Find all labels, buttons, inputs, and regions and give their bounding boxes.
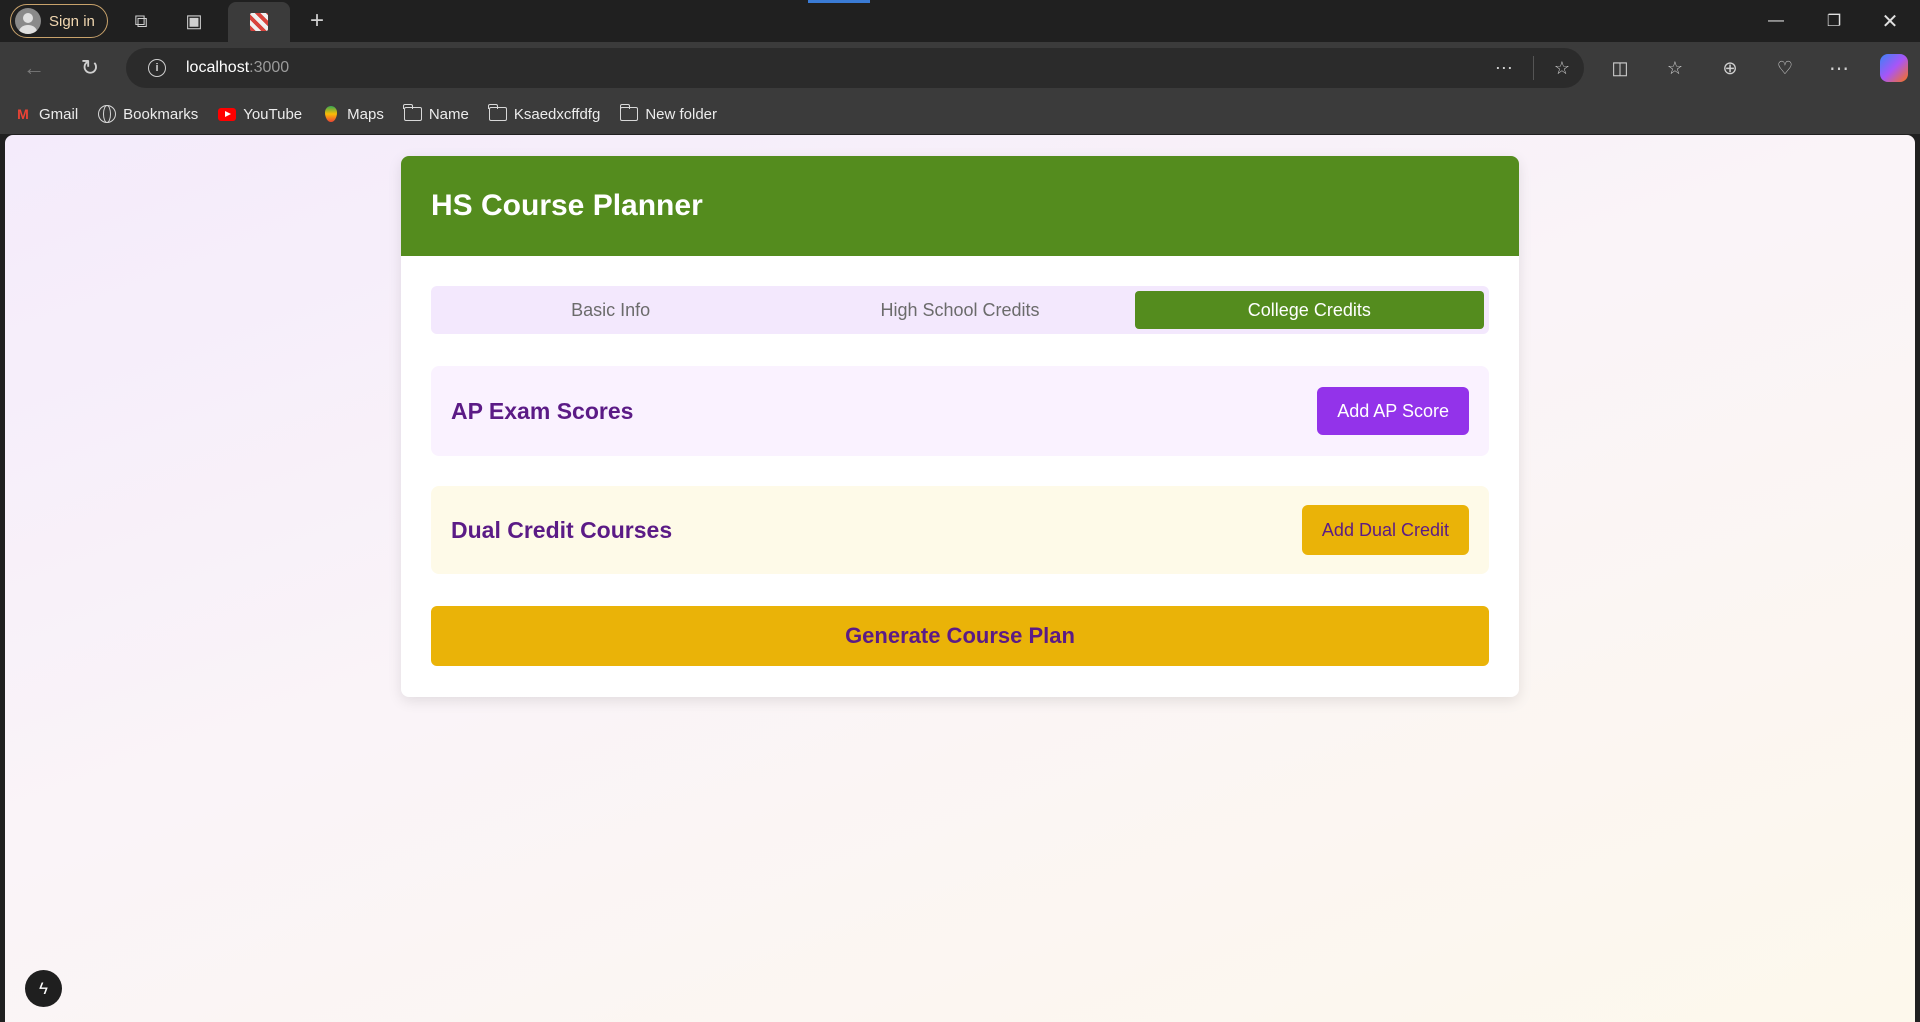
reload-icon[interactable]: ↻ [78, 55, 102, 80]
restore-icon[interactable]: ❐ [1806, 0, 1862, 42]
bookmark-folder-ksaedxcffdfg[interactable]: Ksaedxcffdfg [488, 104, 601, 123]
bookmark-label: Maps [347, 105, 384, 123]
back-icon[interactable]: ← [22, 55, 46, 80]
favorites-icon[interactable]: ☆ [1662, 56, 1688, 80]
read-aloud-icon[interactable]: ⋯ [1495, 58, 1513, 79]
generate-course-plan-button[interactable]: Generate Course Plan [431, 606, 1489, 666]
youtube-icon [218, 106, 237, 122]
dual-credit-section: Dual Credit Courses Add Dual Credit [431, 486, 1489, 574]
new-tab-icon[interactable]: + [306, 7, 328, 34]
browser-titlebar: Sign in ⧉ ▣ + — ❐ ✕ [0, 0, 1920, 42]
ap-exam-section: AP Exam Scores Add AP Score [431, 366, 1489, 456]
folder-icon [488, 104, 507, 122]
bookmark-youtube[interactable]: YouTube [218, 106, 302, 123]
browser-navbar: ← ↻ i localhost:3000 ⋯ ☆ ◫ ☆ ⊕ ♡ ⋯ [0, 42, 1920, 94]
profile-avatar-icon [15, 8, 41, 34]
divider [1532, 56, 1534, 80]
tab-high-school-credits[interactable]: High School Credits [785, 291, 1134, 329]
tab-actions-icon[interactable]: ▣ [182, 10, 206, 32]
address-url: localhost:3000 [186, 59, 290, 76]
favorite-star-icon[interactable]: ☆ [1554, 58, 1570, 79]
tab-college-credits[interactable]: College Credits [1134, 291, 1484, 329]
planner-header: HS Course Planner [401, 156, 1519, 256]
bookmark-label: Name [428, 105, 469, 123]
site-info-icon[interactable]: i [148, 59, 166, 77]
planner-card: HS Course Planner Basic Info High School… [401, 156, 1519, 697]
bookmark-label: Bookmarks [123, 105, 199, 123]
dual-credit-title: Dual Credit Courses [451, 516, 673, 543]
page-title: HS Course Planner [431, 189, 703, 222]
ap-exam-title: AP Exam Scores [451, 397, 634, 424]
bookmark-maps[interactable]: Maps [322, 106, 384, 123]
bookmark-label: Ksaedxcffdfg [513, 105, 601, 123]
bookmark-label: New folder [645, 105, 718, 123]
planner-tabs: Basic Info High School Credits College C… [431, 286, 1489, 334]
bookmark-gmail[interactable]: M Gmail [14, 106, 78, 123]
bookmark-label: YouTube [243, 105, 303, 123]
maps-icon [322, 106, 340, 122]
add-ap-score-button[interactable]: Add AP Score [1317, 387, 1469, 435]
add-dual-credit-button[interactable]: Add Dual Credit [1301, 505, 1469, 555]
site-favicon-icon [250, 13, 268, 31]
browser-essentials-icon[interactable]: ♡ [1772, 56, 1798, 80]
minimize-icon[interactable]: — [1748, 0, 1804, 42]
close-icon[interactable]: ✕ [1862, 0, 1918, 42]
collections-icon[interactable]: ⊕ [1718, 56, 1742, 80]
signin-button[interactable]: Sign in [10, 4, 108, 38]
workspaces-icon[interactable]: ⧉ [128, 10, 154, 32]
tab-basic-info[interactable]: Basic Info [436, 291, 785, 329]
split-screen-icon[interactable]: ◫ [1608, 56, 1632, 80]
gmail-icon: M [17, 106, 29, 122]
tab-indicator [808, 0, 870, 3]
folder-icon [619, 104, 639, 122]
globe-icon [98, 105, 117, 123]
signin-label: Sign in [49, 12, 95, 30]
bookmark-folder-name[interactable]: Name [403, 104, 469, 123]
folder-icon [403, 104, 422, 122]
address-actions: ⋯ ☆ [1495, 48, 1570, 88]
bookmark-label: Gmail [39, 105, 79, 123]
page-viewport: HS Course Planner Basic Info High School… [5, 135, 1915, 1022]
copilot-icon[interactable] [1880, 54, 1908, 82]
bookmarks-bar: M Gmail Bookmarks YouTube Maps Name Ksae… [0, 94, 1920, 134]
bookmark-folder-new-folder[interactable]: New folder [619, 104, 718, 123]
browser-tab[interactable] [228, 2, 290, 42]
bookmark-bookmarks[interactable]: Bookmarks [98, 105, 199, 123]
dev-tools-bolt-icon[interactable]: ϟ [25, 970, 62, 1007]
more-menu-icon[interactable]: ⋯ [1826, 56, 1852, 80]
address-bar[interactable]: i localhost:3000 ⋯ ☆ [126, 48, 1584, 88]
